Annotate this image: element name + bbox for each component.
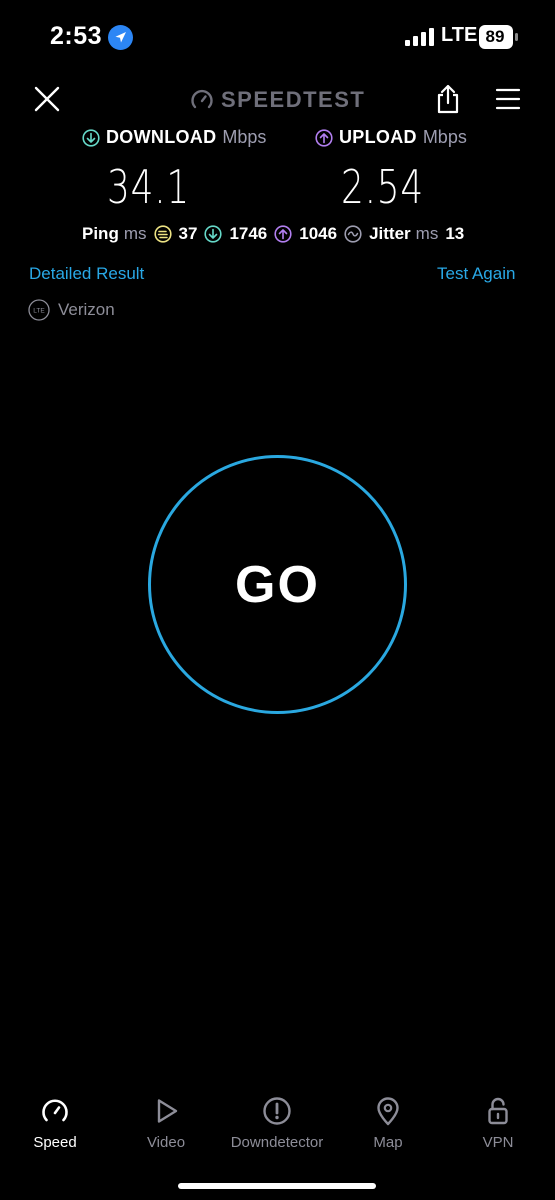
tab-speed-label: Speed bbox=[33, 1134, 77, 1151]
tab-video[interactable]: Video bbox=[111, 1096, 221, 1151]
tab-speed[interactable]: Speed bbox=[0, 1096, 110, 1151]
go-button[interactable]: GO bbox=[148, 455, 407, 714]
provider-name: Verizon bbox=[58, 300, 115, 319]
ping-label: Ping bbox=[82, 224, 119, 243]
signal-bars-icon bbox=[405, 28, 434, 46]
upload-arrow-icon bbox=[315, 128, 333, 147]
upload-label: UPLOAD bbox=[339, 127, 417, 147]
network-type: LTE bbox=[441, 24, 478, 46]
speedometer-icon bbox=[191, 89, 213, 109]
jitter-unit: ms bbox=[415, 224, 439, 243]
alert-icon bbox=[263, 1097, 291, 1125]
upload-header: UPLOAD Mbps bbox=[315, 127, 467, 148]
idle-latency-icon bbox=[153, 225, 172, 243]
download-latency-icon bbox=[204, 225, 223, 243]
status-time: 2:53 bbox=[50, 22, 103, 50]
tab-map[interactable]: Map bbox=[333, 1096, 443, 1151]
ping-download-value: 1746 bbox=[229, 224, 268, 243]
battery-level: 89 bbox=[485, 27, 505, 46]
upload-speed-value: 2.54 bbox=[341, 160, 425, 214]
download-header: DOWNLOAD Mbps bbox=[82, 127, 266, 148]
speedometer-icon bbox=[42, 1099, 68, 1122]
tab-downdetector[interactable]: Downdetector bbox=[222, 1096, 332, 1151]
jitter-label: Jitter bbox=[369, 224, 411, 243]
menu-button[interactable] bbox=[495, 86, 521, 112]
upload-latency-icon bbox=[274, 225, 292, 243]
upload-unit: Mbps bbox=[422, 127, 467, 147]
download-speed-value: 34.1 bbox=[107, 160, 191, 214]
unlock-icon bbox=[488, 1097, 508, 1125]
jitter-icon bbox=[344, 225, 362, 243]
test-again-link[interactable]: Test Again bbox=[437, 264, 515, 284]
lte-badge-icon: LTE bbox=[28, 299, 50, 321]
app-brand: SPEEDTEST bbox=[190, 87, 365, 113]
download-unit: Mbps bbox=[222, 127, 267, 147]
home-indicator bbox=[178, 1183, 376, 1189]
play-icon bbox=[157, 1099, 178, 1123]
download-label: DOWNLOAD bbox=[106, 127, 217, 147]
location-arrow-icon bbox=[108, 25, 133, 50]
download-arrow-icon bbox=[82, 128, 100, 147]
tab-vpn-label: VPN bbox=[482, 1134, 514, 1151]
go-label: GO bbox=[235, 555, 320, 614]
ping-upload-value: 1046 bbox=[299, 224, 338, 243]
map-pin-icon bbox=[377, 1097, 399, 1126]
detailed-result-link[interactable]: Detailed Result bbox=[29, 264, 144, 284]
app-title: SPEEDTEST bbox=[221, 87, 366, 112]
ping-jitter-row: Ping ms 37 1746 1046 Jitter ms 13 bbox=[82, 224, 464, 244]
tab-downdetector-label: Downdetector bbox=[230, 1134, 324, 1151]
ping-unit: ms bbox=[123, 224, 147, 243]
lte-badge-text: LTE bbox=[33, 308, 45, 315]
ping-idle-value: 37 bbox=[178, 224, 198, 243]
close-button[interactable] bbox=[32, 84, 62, 114]
share-button[interactable] bbox=[435, 84, 461, 114]
jitter-value: 13 bbox=[445, 224, 465, 243]
tab-map-label: Map bbox=[373, 1134, 403, 1151]
provider-info: LTE Verizon bbox=[28, 299, 115, 321]
tab-vpn[interactable]: VPN bbox=[443, 1096, 553, 1151]
tab-video-label: Video bbox=[146, 1134, 186, 1151]
